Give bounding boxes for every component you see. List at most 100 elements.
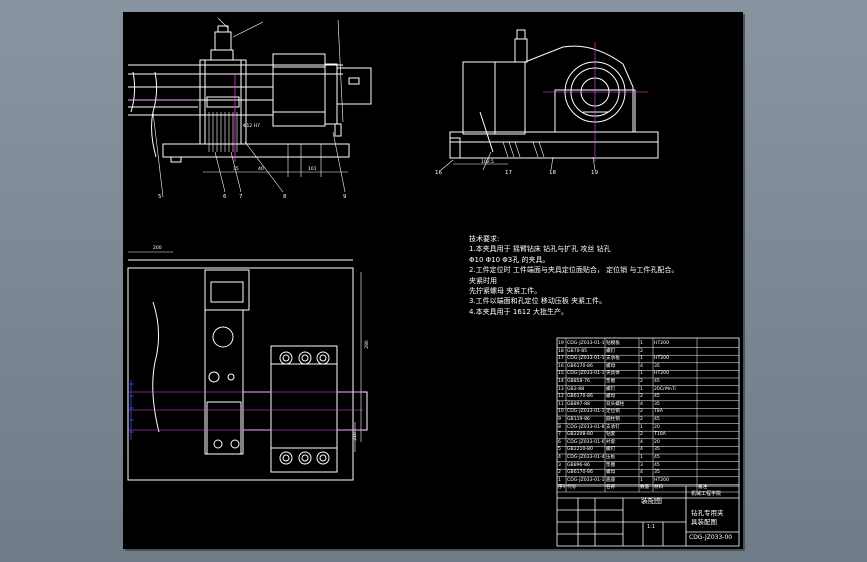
part-label: 19 (591, 170, 598, 176)
bom-cell: 35 (654, 470, 660, 476)
bom-cell: T8A (654, 409, 663, 415)
bom-cell: 19 (558, 341, 564, 346)
bom-cell: 1 (640, 371, 643, 377)
bom-cell: 2 (640, 394, 643, 400)
bom-cell: 3 (558, 462, 561, 468)
bom-cell: 9 (558, 417, 561, 422)
part-label: 7 (239, 194, 243, 200)
dim-text: 101 (308, 167, 317, 172)
bom-cell: 夹具体 (606, 371, 620, 377)
bom-cell: 10 (558, 409, 564, 415)
bom-cell: 45 (654, 455, 660, 460)
bom-cell: CDG-JZ033-01-6 (567, 439, 604, 445)
bom-cell: GB6170-86 (567, 470, 593, 476)
bom-cell: 2 (640, 348, 643, 354)
school-name: 机械工程学院 (691, 491, 722, 497)
note-line: 4.本夹具用于 1612 大批生产。 (469, 307, 568, 316)
bom-cell: GB2208-80 (567, 432, 593, 438)
bom-cell: 2 (640, 417, 643, 422)
bom-cell: 1 (640, 386, 643, 392)
bom-cell: HT200 (654, 371, 670, 377)
bom-cell: 序号 (558, 485, 565, 491)
bom-cell: 1 (640, 477, 643, 483)
bom-cell: 4 (640, 470, 643, 476)
technical-notes: 技术要求: 1.本夹具用于 摇臂钻床 钻孔与扩孔 攻丝 钻孔 Φ10 Φ10 Φ… (469, 234, 719, 317)
bom-cell: 2 (640, 432, 643, 438)
bom-cell: 4 (640, 363, 643, 369)
bom-row: 9 GB119-86 圆柱销 2 45 (557, 416, 739, 424)
bom-cell: 2 (558, 470, 561, 476)
bom-cell: CDG-JZ033-01-15 (567, 371, 604, 377)
drawing-number: CDG-JZ033-00 (689, 534, 733, 541)
bom-cell: 衬套 (606, 439, 616, 445)
bom-cell: 6 (558, 439, 561, 445)
bom-row: 12 GB6170-86 螺母 2 45 (557, 393, 739, 401)
bom-cell: 20 (654, 424, 660, 430)
bom-cell: 35 (654, 447, 660, 453)
bom-cell: CDG-JZ033-01-10 (567, 409, 604, 415)
bom-cell: 5 (558, 447, 561, 453)
bom-cell: 圆柱销 (606, 417, 620, 422)
bom-cell: 代号 (567, 485, 577, 491)
dim-text: 200 (153, 246, 162, 251)
bom-cell: 13 (558, 386, 564, 392)
bom-cell: 螺母 (606, 470, 616, 476)
plan-view (127, 251, 368, 481)
bom-cell: 45 (654, 417, 660, 422)
bom-cell: GB2210-80 (567, 447, 593, 453)
bom-row: 7 GB2208-80 钻套 2 T10A (557, 431, 739, 439)
bom-cell: GB858-76 (567, 379, 590, 384)
bom-row: 15 CDG-JZ033-01-15 夹具体 1 HT200 (557, 370, 739, 378)
bom-row: 19 CDG-JZ033-01-19 钻模板 1 HT200 (557, 340, 739, 348)
bom-cell: CDG-JZ033-01-1 (567, 477, 604, 483)
bom-cell: 1 (640, 455, 643, 460)
bom-cell: 支承板 (606, 356, 620, 362)
bom-cell: GB897-88 (567, 401, 590, 407)
bom-cell: 1 (640, 356, 643, 362)
bom-cell: 2 (640, 379, 643, 384)
bom-cell: 底座 (606, 477, 616, 483)
note-line: 夹紧时用 (469, 276, 497, 285)
bom-cell: 螺母 (606, 394, 616, 400)
bom-cell: 材料 (654, 485, 664, 491)
bom-row: 10 CDG-JZ033-01-10 定位销 2 T8A (557, 408, 739, 416)
dim-text: 210 (352, 432, 358, 441)
bom-cell: 45 (654, 462, 660, 468)
part-label: 9 (343, 194, 347, 200)
part-label: 17 (505, 170, 512, 176)
bom-cell: 4 (640, 439, 643, 445)
bom-cell: HT200 (654, 356, 670, 362)
bom-cell: 定位销 (606, 409, 620, 415)
bom-cell: 数量 (640, 485, 650, 491)
bom-cell: 螺钉 (606, 348, 616, 354)
bom-cell: 1 (640, 341, 643, 346)
bom-cell: CDG-JZ033-01-8 (567, 424, 604, 430)
dim-text: 40 (258, 167, 264, 172)
front-view (128, 17, 372, 198)
bom-cell: 45 (654, 379, 660, 384)
bom-cell: T10A (654, 432, 666, 438)
dim-text: 102.5 (481, 160, 494, 165)
note-line: 2.工件定位时 工件端面与夹具定位面贴合， 定位销 与工件孔配合。 (469, 266, 679, 275)
bom-cell: 20 (654, 439, 660, 445)
bom-cell: 35 (654, 401, 660, 407)
assembly-label: 装配图 (641, 497, 662, 505)
bom-cell: 18 (558, 348, 564, 354)
note-line: 3.工件以端面和孔定位 移动压板 夹紧工件。 (469, 297, 607, 306)
bom-cell: GB6170-86 (567, 394, 593, 400)
note-line: 先拧紧螺母 夹紧工件。 (469, 287, 542, 296)
bom-cell: 7 (558, 432, 561, 438)
bom-cell: 15 (558, 371, 564, 377)
drawing-name-line2: 具装配图 (691, 518, 717, 526)
bom-row: 5 GB2210-80 螺钉 4 35 (557, 446, 739, 454)
bom-cell: 45 (654, 394, 660, 400)
bom-row: 16 GB6170-86 螺母 4 35 (557, 363, 739, 371)
bom-cell: 螺母 (606, 363, 616, 369)
bom-cell: 压板 (606, 455, 616, 460)
bom-cell: CDG-JZ033-01-17 (567, 356, 604, 362)
notes-heading: 技术要求: (469, 235, 500, 243)
bom-row: 2 GB6170-86 螺母 4 35 (557, 469, 739, 477)
bom-cell: GB2-88 (567, 386, 585, 392)
bom-row: 14 GB858-76 垫圈 2 45 (557, 378, 739, 386)
bom-row: 1 CDG-JZ033-01-1 底座 1 HT200 (557, 477, 739, 485)
